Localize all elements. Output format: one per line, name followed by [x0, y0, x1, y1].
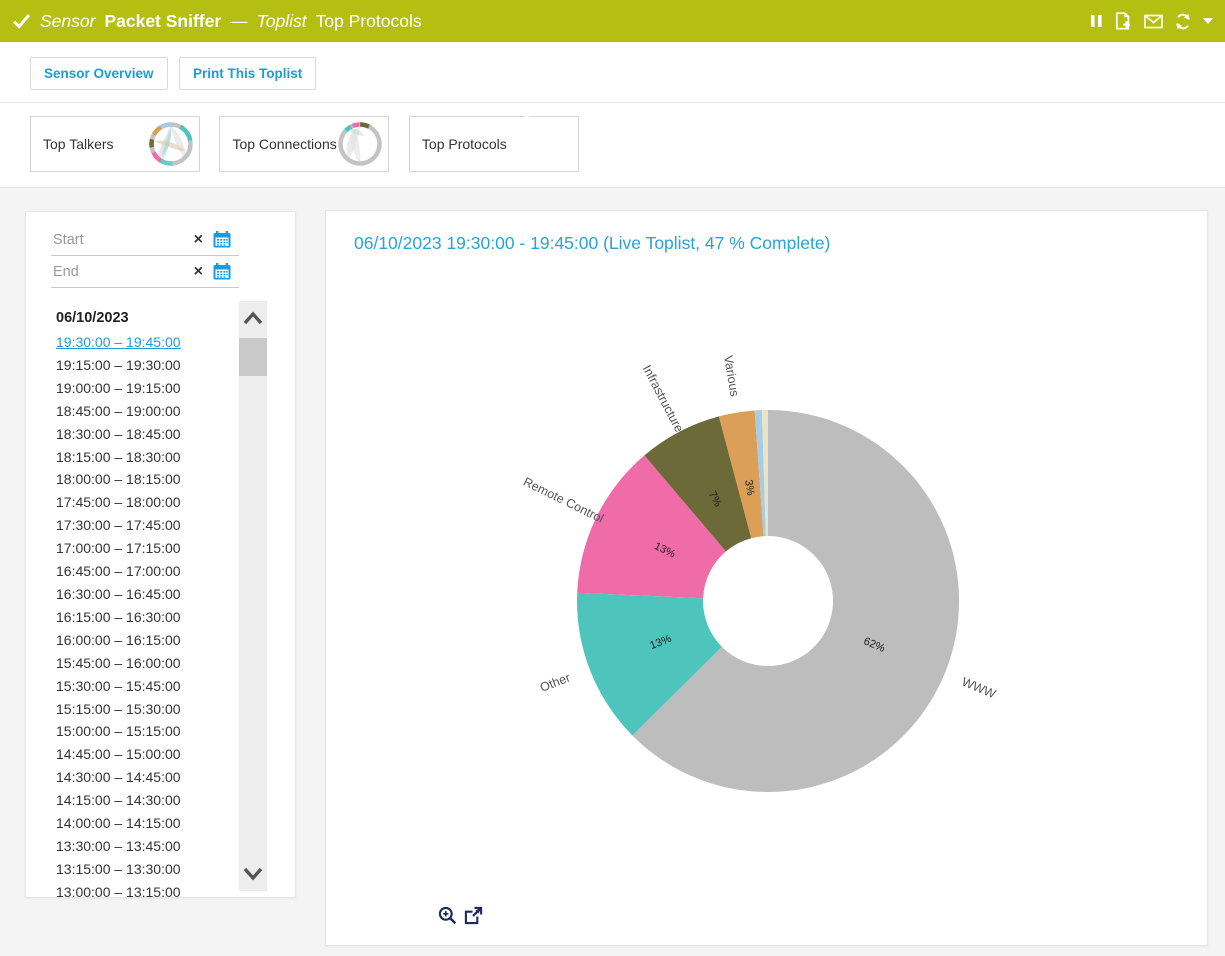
interval-link[interactable]: 14:45:00 – 15:00:00 [56, 743, 181, 766]
clear-start-icon[interactable]: × [194, 231, 203, 249]
interval-link[interactable]: 18:15:00 – 18:30:00 [56, 446, 181, 469]
interval-link[interactable]: 18:45:00 – 19:00:00 [56, 400, 181, 423]
check-icon [12, 13, 31, 29]
scroll-up-button[interactable] [239, 303, 267, 333]
donut-chart-icon [527, 121, 573, 167]
interval-link[interactable]: 17:30:00 – 17:45:00 [56, 514, 181, 537]
interval-link[interactable]: 15:30:00 – 15:45:00 [56, 675, 181, 698]
breadcrumb-toplist-name: Top Protocols [316, 11, 422, 32]
refresh-dropdown-caret-icon[interactable] [1203, 18, 1213, 24]
open-external-icon[interactable] [464, 906, 483, 925]
end-calendar-icon[interactable] [213, 263, 231, 280]
interval-link[interactable]: 16:45:00 – 17:00:00 [56, 560, 181, 583]
interval-link[interactable]: 17:45:00 – 18:00:00 [56, 491, 181, 514]
breadcrumb-toplist-label: Toplist [257, 11, 307, 32]
add-report-icon[interactable] [1114, 12, 1133, 30]
breadcrumb-separator: — [230, 11, 248, 32]
toolbar-row: Sensor Overview Print This Toplist [0, 42, 1225, 103]
interval-link[interactable]: 13:15:00 – 13:30:00 [56, 858, 181, 881]
interval-scrollbar [239, 301, 267, 891]
breadcrumb-sensor-name: Packet Sniffer [104, 11, 221, 32]
tab-label: Top Protocols [422, 136, 507, 152]
tab-top-protocols[interactable]: Top Protocols [409, 116, 579, 172]
chord-diagram-icon [148, 121, 194, 167]
tab-label: Top Talkers [43, 136, 114, 152]
tab-top-talkers[interactable]: Top Talkers [30, 116, 200, 172]
interval-sidebar: × × [25, 211, 296, 898]
print-toplist-button[interactable]: Print This Toplist [179, 57, 316, 90]
interval-link[interactable]: 19:00:00 – 19:15:00 [56, 377, 181, 400]
interval-link[interactable]: 16:00:00 – 16:15:00 [56, 629, 181, 652]
slice-name-label: Infrastructure [640, 363, 687, 435]
zoom-in-icon[interactable] [438, 906, 457, 925]
interval-link[interactable]: 15:00:00 – 15:15:00 [56, 720, 181, 743]
chord-diagram-icon [337, 121, 383, 167]
interval-link[interactable]: 15:15:00 – 15:30:00 [56, 698, 181, 721]
protocols-donut-chart: 62%WWW13%Other13%Remote Control7%Infrast… [326, 251, 1209, 919]
interval-link[interactable]: 19:30:00 – 19:45:00 [56, 331, 181, 354]
chevron-down-icon [241, 866, 265, 882]
breadcrumb-sensor-label: Sensor [40, 11, 95, 32]
scroll-down-button[interactable] [239, 859, 267, 889]
interval-link[interactable]: 17:00:00 – 17:15:00 [56, 537, 181, 560]
toplist-tabs-row: Top Talkers Top Connections [0, 103, 1225, 188]
interval-link[interactable]: 13:30:00 – 13:45:00 [56, 835, 181, 858]
scrollbar-thumb[interactable] [239, 338, 267, 376]
toplist-chart-panel: 06/10/2023 19:30:00 - 19:45:00 (Live Top… [325, 210, 1208, 946]
interval-link[interactable]: 14:00:00 – 14:15:00 [56, 812, 181, 835]
header-bar: Sensor Packet Sniffer — Toplist Top Prot… [0, 0, 1225, 42]
interval-link[interactable]: 16:30:00 – 16:45:00 [56, 583, 181, 606]
end-date-input[interactable] [51, 258, 191, 280]
end-date-field: × [51, 258, 239, 288]
slice-name-label: Various [721, 354, 742, 397]
interval-link[interactable]: 15:45:00 – 16:00:00 [56, 652, 181, 675]
tab-top-connections[interactable]: Top Connections [219, 116, 389, 172]
interval-link[interactable]: 19:15:00 – 19:30:00 [56, 354, 181, 377]
email-icon[interactable] [1144, 14, 1163, 29]
interval-link[interactable]: 14:15:00 – 14:30:00 [56, 789, 181, 812]
pause-icon[interactable] [1090, 13, 1103, 29]
slice-name-label: WWW [960, 675, 998, 702]
chevron-up-icon [241, 310, 265, 326]
start-date-field: × [51, 226, 239, 256]
refresh-icon[interactable] [1174, 13, 1192, 30]
breadcrumb: Sensor Packet Sniffer — Toplist Top Prot… [12, 11, 422, 32]
clear-end-icon[interactable]: × [194, 263, 203, 281]
interval-link[interactable]: 18:00:00 – 18:15:00 [56, 468, 181, 491]
interval-link[interactable]: 16:15:00 – 16:30:00 [56, 606, 181, 629]
slice-name-label: Remote Control [521, 475, 606, 526]
sensor-overview-button[interactable]: Sensor Overview [30, 57, 168, 90]
tab-label: Top Connections [232, 136, 336, 152]
interval-link[interactable]: 14:30:00 – 14:45:00 [56, 766, 181, 789]
slice-name-label: Other [538, 670, 572, 694]
interval-link[interactable]: 13:00:00 – 13:15:00 [56, 881, 181, 904]
start-date-input[interactable] [51, 226, 191, 248]
interval-link[interactable]: 18:30:00 – 18:45:00 [56, 423, 181, 446]
start-calendar-icon[interactable] [213, 231, 231, 248]
